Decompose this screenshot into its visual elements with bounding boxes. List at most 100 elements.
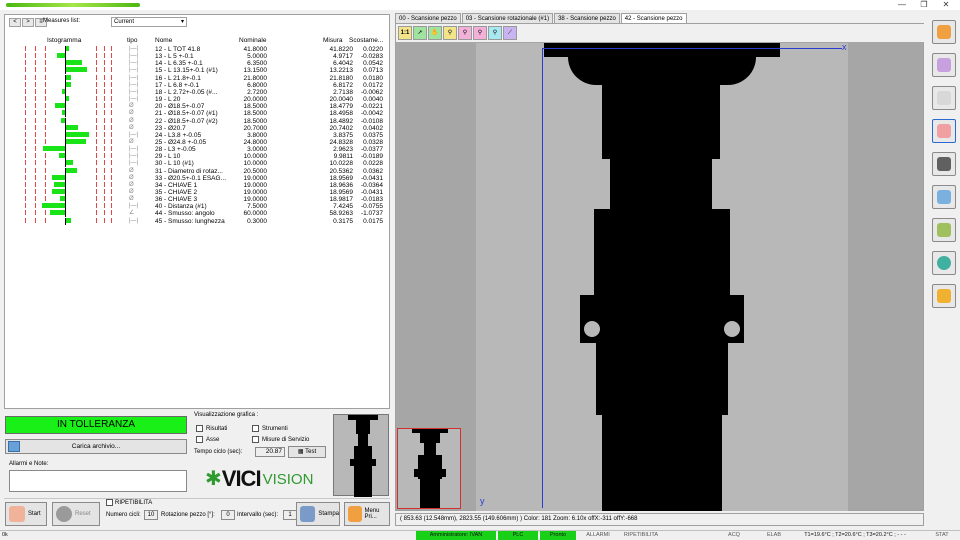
table-row[interactable]: |—| 45 - Smusso: lunghezza 0.3000 0.3175 0.0… [5,217,389,225]
col-header-histogram[interactable]: Istogramma [47,37,81,44]
zoom-out-icon[interactable]: ⚲ [473,26,487,40]
tolerance-limit-line [111,203,112,209]
type-icon: |—| [129,46,139,52]
close-button[interactable]: ✕ [940,0,952,10]
col-header-tipo[interactable]: tipo [127,37,137,44]
checkbox-box[interactable] [252,436,259,443]
checkbox-box[interactable] [196,425,203,432]
table-row[interactable]: |—| 15 - L 13.15+-0.1 (#1) 13.1500 13.2213 0… [5,67,389,75]
checkbox-box[interactable] [252,425,259,432]
interval-field[interactable]: 1 [283,510,297,520]
save-tool-button[interactable] [932,152,956,176]
part-upper-body [602,85,720,159]
table-row[interactable]: |—| 18 - L 2.72+-0.05 (#... 2.7200 2.7138 -0… [5,88,389,96]
cycle-count-field[interactable]: 10 [144,510,158,520]
nominal-value: 2.7200 [247,88,267,96]
table-row[interactable]: |—| 24 - L3.8 +-0.05 3.8000 3.8375 0.0375 [5,131,389,139]
prev-button[interactable]: < [9,17,21,27]
table-row[interactable]: |—| 30 - L 10 (#1) 10.0000 10.0228 0.0228 [5,160,389,168]
table-row[interactable]: |—| 40 - Distanza (#1) 7.5000 7.4245 -0.0755 [5,203,389,211]
rotation-field[interactable]: 0 [221,510,235,520]
table-row[interactable]: |—| 28 - L3 +-0.05 3.0000 2.9623 -0.0377 [5,146,389,154]
maximize-button[interactable]: ❐ [918,0,930,10]
measure-tool-button[interactable] [932,86,956,110]
type-icon: |—| [129,96,139,103]
table-row[interactable]: Ø 33 - Ø20.5+-0.1 ESAG... 19.0000 18.9569 -0… [5,174,389,182]
table-row[interactable]: |—| 29 - L 10 10.0000 9.9811 -0.0189 [5,153,389,161]
table-row[interactable]: |—| 13 - L 5 +-0.1 5.0000 4.9717 -0.0283 [5,53,389,61]
table-row[interactable]: |—| 16 - L 21.8+-0.1 21.8000 21.8180 0.0180 [5,74,389,82]
risultati-checkbox[interactable]: Risultati [196,425,227,432]
table-row[interactable]: Ø 25 - Ø24.8 +-0.05 24.8000 24.8328 0.0328 [5,138,389,146]
misure-servizio-checkbox[interactable]: Misure di Servizio [252,436,309,443]
measure-line-icon[interactable]: ⟋ [503,26,517,40]
col-header-nome[interactable]: Nome [155,37,172,44]
table-row[interactable]: |—| 12 - L TOT 41.8 41.8000 41.8220 0.0220 [5,46,389,53]
part-thumbnail-preview [333,414,389,497]
table-row[interactable]: |—| 14 - L 6.35 +-0.1 6.3500 6.4042 0.0542 [5,60,389,68]
tab-scan-03[interactable]: 03 - Scansione rotazionale (#1) [461,13,554,23]
col-header-misura[interactable]: Misura [323,37,343,44]
zoom-fit-icon[interactable]: ⚲ [488,26,502,40]
load-archive-button[interactable]: Carica archivio... [5,439,187,454]
start-button[interactable]: Start [5,502,47,526]
key-tool-button[interactable] [932,284,956,308]
table-row[interactable]: Ø 31 - Diametro di rotaz... 20.5000 20.5362… [5,167,389,175]
tab-scan-38[interactable]: 38 - Scansione pezzo [554,13,620,23]
table-row[interactable]: Ø 34 - CHIAVE 1 19.0000 18.9636 -0.0364 [5,181,389,189]
tolerance-limit-line [25,110,26,116]
pointer-icon[interactable]: ➚ [413,26,427,40]
refresh-tool-button[interactable] [932,20,956,44]
histogram-bar [66,81,72,87]
table-row[interactable]: Ø 22 - Ø18.5+-0.07 (#2) 18.5000 18.4892 -0.0… [5,117,389,125]
export-tool-button[interactable] [932,185,956,209]
calibrate-tool-button[interactable] [932,218,956,242]
print-button[interactable]: Stampa [296,502,340,526]
table-row[interactable]: Ø 35 - CHIAVE 2 19.0000 18.9569 -0.0431 [5,189,389,196]
tab-scan-42[interactable]: 42 - Scansione pezzo [620,13,687,23]
table-row[interactable]: |—| 19 - L 20 20.0000 20.0040 0.0040 [5,96,389,104]
tolerance-limit-line [96,53,97,59]
table-row[interactable]: ∠ 44 - Smusso: angolo 60.0000 58.9263 -1.073… [5,210,389,218]
tolerance-limit-line [104,117,105,123]
test-button[interactable]: ▦ Test [288,446,326,458]
scale-1to1-button[interactable]: 1:1 [398,26,412,40]
elab-status: ELAB [766,532,782,538]
checkbox-box[interactable] [106,499,113,506]
part-thumbnail-silhouette [348,415,378,497]
table-row[interactable]: Ø 20 - Ø18.5+-0.07 18.5000 18.4779 -0.0221 [5,103,389,111]
minimize-button[interactable]: — [896,0,908,10]
table-row[interactable]: Ø 21 - Ø18.5+-0.07 (#1) 18.5000 18.4958 -0.0… [5,110,389,118]
tolerance-limit-line [104,74,105,80]
table-row[interactable]: Ø 23 - Ø20.7 20.7000 20.7402 0.0402 [5,124,389,132]
asse-checkbox[interactable]: Asse [196,436,219,443]
tolerance-limit-line [45,46,46,51]
main-menu-button[interactable]: Menu Pri... [344,502,390,526]
part-scan-image[interactable] [476,43,848,511]
measures-list-select[interactable]: Current ▾ [111,17,187,27]
part-top-flange [544,43,780,57]
table-row[interactable]: Ø 36 - CHIAVE 3 19.0000 18.9817 -0.0183 [5,196,389,204]
scan-tool-button[interactable] [932,53,956,77]
settings-tool-button[interactable] [932,251,956,275]
profile-tool-button[interactable] [932,119,956,143]
ripetibilita-checkbox[interactable]: RIPETIBILITA [106,499,152,506]
zoom-in-icon[interactable]: ⚲ [458,26,472,40]
tolerance-limit-line [25,153,26,159]
next-button[interactable]: > [22,17,34,27]
tolerance-limit-line [35,124,36,130]
col-header-scostamento[interactable]: Scostame... [349,37,383,44]
tab-scan-00[interactable]: 00 - Scansione pezzo [395,13,461,23]
alarms-notes-field[interactable] [9,470,187,492]
part-hex [580,295,744,343]
strumenti-checkbox[interactable]: Strumenti [252,425,288,432]
table-row[interactable]: |—| 17 - L 6.8 +-0.1 6.8000 6.8172 0.0172 [5,81,389,89]
pan-hand-icon[interactable]: ✋ [428,26,442,40]
checkbox-box[interactable] [196,436,203,443]
tolerance-limit-line [25,196,26,202]
col-header-nominale[interactable]: Nominale [239,37,266,44]
zoom-icon[interactable]: ⚲ [443,26,457,40]
reset-button[interactable]: Reset [52,502,100,526]
viewer-minimap[interactable] [397,428,461,509]
tolerance-limit-line [96,103,97,109]
